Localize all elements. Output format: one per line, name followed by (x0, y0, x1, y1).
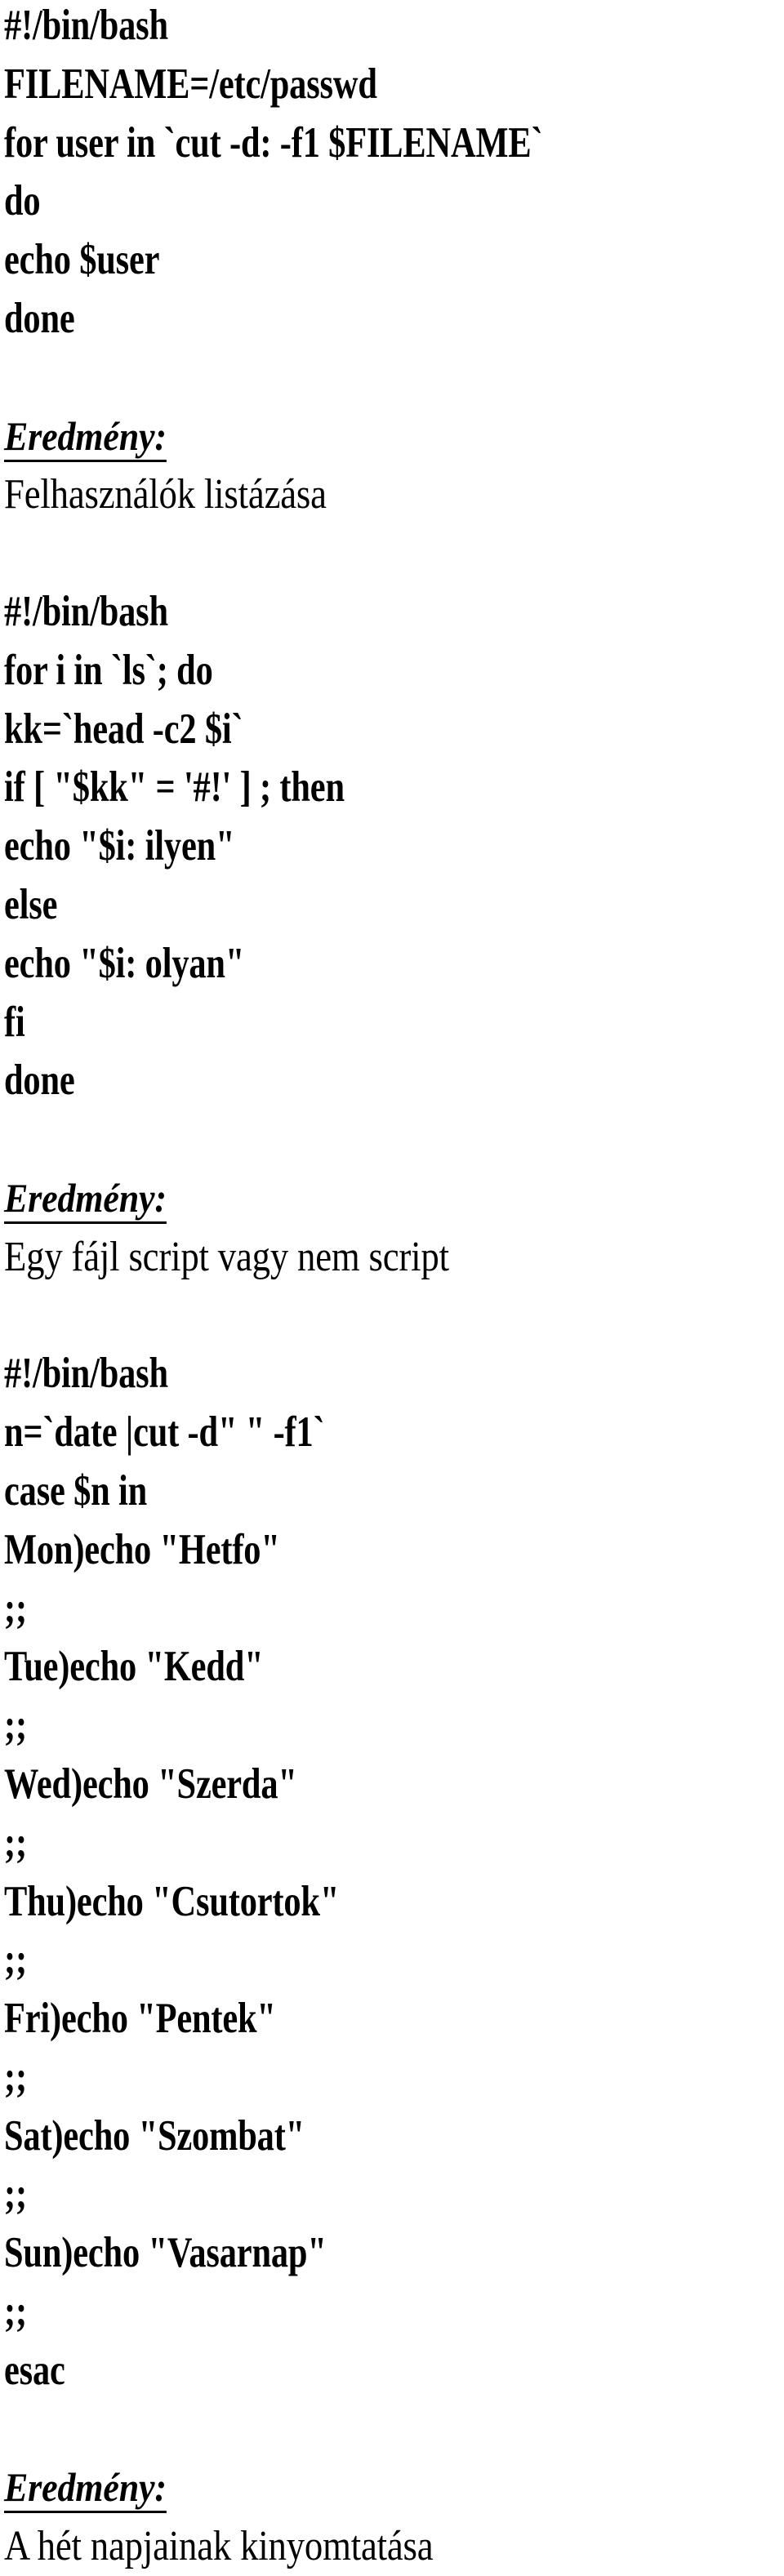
code-line: case $n in (4, 1466, 148, 1515)
result-heading-label: Eredmény: (4, 412, 167, 462)
result-heading: Eredmény: (4, 407, 784, 466)
result-heading-label: Eredmény: (4, 1174, 167, 1224)
code-line: echo "$i: olyan" (4, 939, 245, 987)
script-block-1: #!/bin/bash FILENAME=/etc/passwd for use… (4, 0, 784, 524)
document-body: #!/bin/bash FILENAME=/etc/passwd for use… (4, 0, 784, 2576)
result-text: Egy fájl script vagy nem script (4, 1233, 449, 1280)
code-line: ;; (4, 2170, 27, 2218)
result-heading-label: Eredmény: (4, 2464, 167, 2514)
code-line: do (4, 177, 41, 225)
code-line: done (4, 294, 75, 342)
result-heading: Eredmény: (4, 1169, 784, 1228)
code-line: #!/bin/bash (4, 1350, 168, 1398)
code-line: for user in `cut -d: -f1 $FILENAME` (4, 118, 543, 167)
code-line: ;; (4, 1936, 27, 1984)
code-line: #!/bin/bash (4, 2, 168, 49)
code-line: for i in `ls`; do (4, 646, 213, 694)
code-line: else (4, 880, 58, 928)
result-text: A hét napjainak kinyomtatása (4, 2523, 434, 2570)
code-line: FILENAME=/etc/passwd (4, 60, 377, 108)
result-text: Felhasználók listázása (4, 471, 327, 518)
code-line: esac (4, 2346, 65, 2394)
script-block-3: #!/bin/bash n=`date |cut -d" " -f1` case… (4, 1345, 784, 2576)
code-line: n=`date |cut -d" " -f1` (4, 1408, 325, 1457)
code-line: echo "$i: ilyen" (4, 822, 235, 870)
code-line: if [ "$kk" = '#!' ] ; then (4, 763, 345, 812)
code-line: ;; (4, 1818, 27, 1866)
result-heading: Eredmény: (4, 2458, 784, 2517)
code-line: fi (4, 998, 25, 1046)
code-line: Sat)echo "Szombat" (4, 2111, 305, 2160)
code-line: Thu)echo "Csutortok" (4, 1877, 340, 1925)
document-page: #!/bin/bash FILENAME=/etc/passwd for use… (0, 0, 784, 2569)
code-line: ;; (4, 2053, 27, 2101)
script-block-2: #!/bin/bash for i in `ls`; do kk=`head -… (4, 583, 784, 1287)
code-line: ;; (4, 1584, 27, 1632)
code-line: Mon)echo "Hetfo" (4, 1525, 280, 1573)
code-line: echo $user (4, 236, 160, 284)
code-line: Tue)echo "Kedd" (4, 1643, 264, 1691)
code-line: Fri)echo "Pentek" (4, 1995, 276, 2043)
code-line: done (4, 1057, 75, 1105)
code-line: kk=`head -c2 $i` (4, 705, 243, 753)
code-line: ;; (4, 1702, 27, 1750)
code-line: Sun)echo "Vasarnap" (4, 2229, 327, 2277)
code-line: Wed)echo "Szerda" (4, 1760, 297, 1808)
code-line: #!/bin/bash (4, 587, 168, 635)
code-line: ;; (4, 2288, 27, 2336)
